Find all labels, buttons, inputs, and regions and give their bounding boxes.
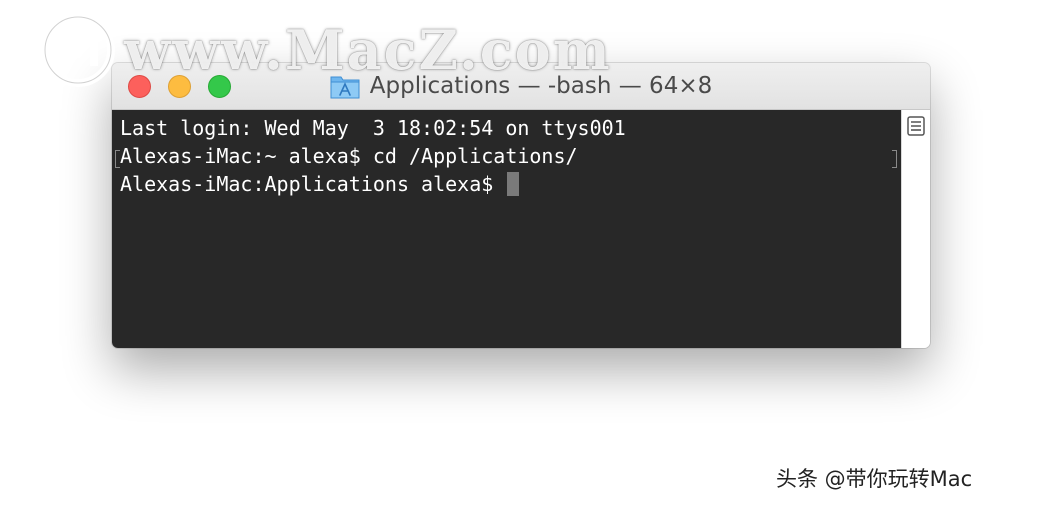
window-title-text: Applications — -bash — 64×8: [369, 73, 713, 99]
command-mark-right: [892, 150, 897, 168]
terminal-content[interactable]: Last login: Wed May 3 18:02:54 on ttys00…: [112, 110, 901, 348]
macz-logo-icon: [41, 13, 115, 87]
text-cursor: [507, 172, 520, 196]
scrollbar[interactable]: [901, 110, 930, 348]
window-title: Applications — -bash — 64×8: [112, 63, 930, 109]
title-bar[interactable]: Applications — -bash — 64×8: [112, 63, 930, 110]
terminal-line: Alexas-iMac:~ alexa$ cd /Applications/: [120, 144, 578, 168]
terminal-line: Last login: Wed May 3 18:02:54 on ttys00…: [120, 116, 626, 140]
applications-folder-icon: [330, 76, 360, 99]
prompt-text: Alexas-iMac:Applications alexa$: [120, 172, 506, 196]
marks-list-icon[interactable]: [907, 116, 925, 136]
terminal-window: Applications — -bash — 64×8 Last login: …: [112, 63, 930, 348]
source-caption: 头条 @带你玩转Mac: [776, 467, 973, 491]
prompt-line[interactable]: Alexas-iMac:Applications alexa$: [120, 170, 520, 198]
